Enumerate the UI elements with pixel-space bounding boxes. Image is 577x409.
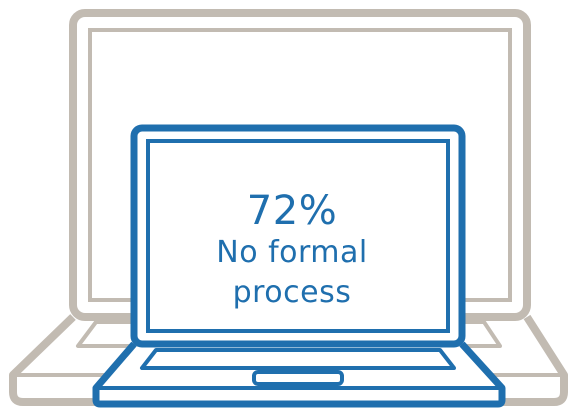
screen-content: 72% No formal process	[150, 150, 434, 334]
stat-value: 72%	[246, 188, 338, 234]
stat-label: No formal process	[216, 235, 368, 310]
